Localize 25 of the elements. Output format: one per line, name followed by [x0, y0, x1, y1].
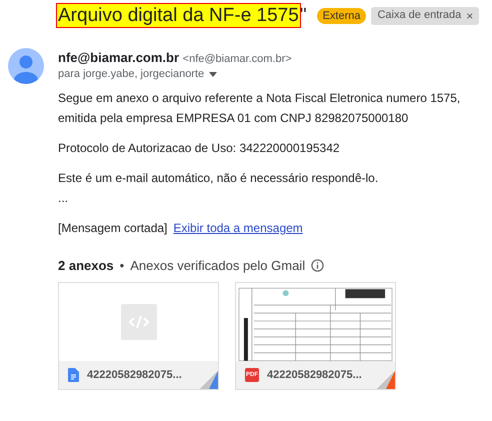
message-paragraph: Segue em anexo o arquivo referente a Nota Fiscal Eletronica numero 1575, emitida pela empresa EMPRESA 01 com CNPJ 82982075000180 [58, 90, 462, 127]
file-name: 42220582982075... [267, 369, 362, 381]
avatar-icon [8, 48, 44, 84]
info-icon[interactable] [311, 259, 324, 272]
folded-corner-icon [377, 371, 395, 389]
message-paragraph: Este é um e-mail automático, não é necessário respondê-lo. ... [58, 170, 380, 207]
attachment-card[interactable]: 42220582982075... [58, 282, 219, 390]
sender-name: nfe@biamar.com.br [58, 50, 180, 65]
folded-corner-icon [200, 371, 218, 389]
quote-mark: " [300, 4, 307, 27]
message-paragraph: Protocolo de Autorizacao de Uso: 342220000195342 [58, 140, 341, 157]
file-name: 42220582982075... [87, 369, 182, 381]
recipients: para jorge.yabe, jorgecianorte [58, 68, 204, 80]
external-label: Externa [316, 8, 366, 24]
remove-label-button[interactable]: × [466, 8, 474, 22]
attachment-count: 2 anexos [58, 258, 114, 273]
truncated-note: [Mensagem cortada] [58, 220, 168, 237]
subject-title: Arquivo digital da NF-e 1575 [57, 4, 300, 27]
separator-dot: • [120, 258, 124, 273]
verified-note: Anexos verificados pelo Gmail [130, 258, 306, 273]
document-icon [68, 368, 79, 382]
show-full-message-link[interactable]: Exibir toda a mensagem [173, 218, 303, 238]
dropdown-icon[interactable] [209, 72, 218, 76]
label-text: Caixa de entrada [377, 8, 462, 22]
sender-address: <nfe@biamar.com.br> [182, 53, 292, 65]
